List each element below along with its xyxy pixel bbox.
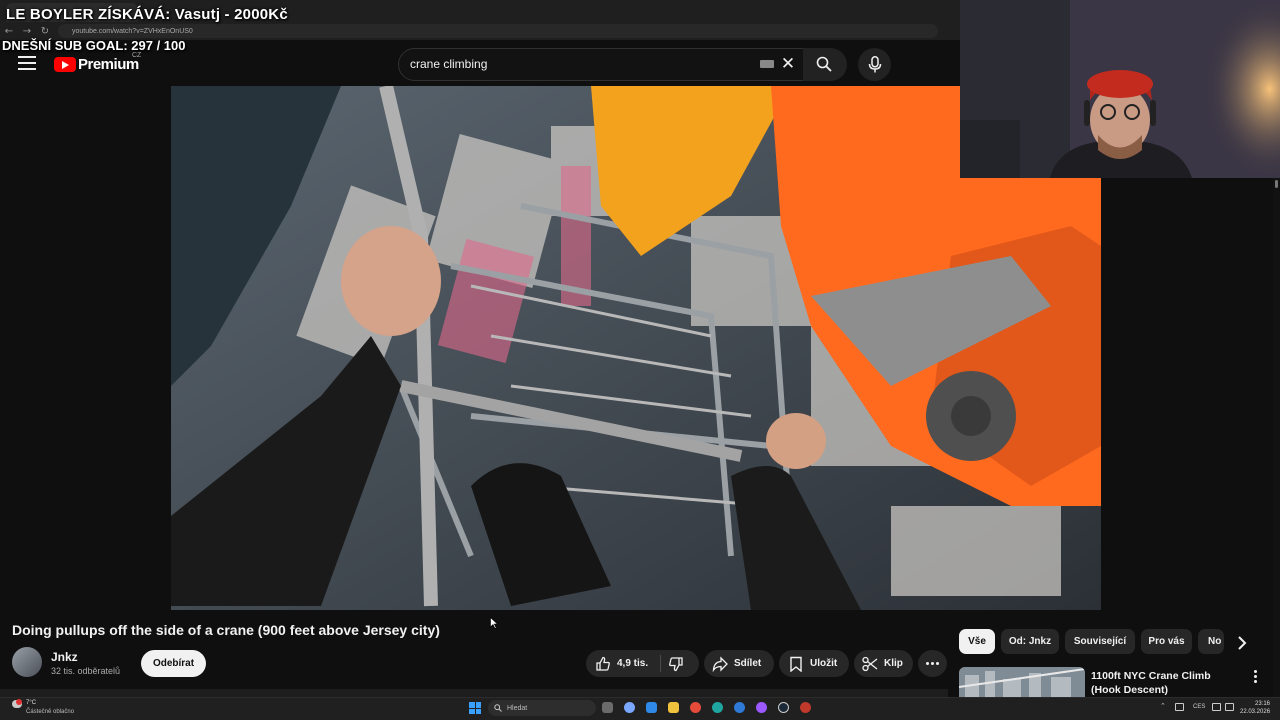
notification-badge <box>16 699 22 705</box>
share-label: Sdílet <box>734 658 762 669</box>
chip-all[interactable]: Vše <box>959 629 995 654</box>
windows-taskbar <box>0 697 1280 720</box>
keyboard-icon[interactable] <box>760 60 774 68</box>
logo-text[interactable]: Premium <box>78 56 139 73</box>
windows-start-icon[interactable] <box>469 702 481 714</box>
taskbar-search-icon <box>494 704 502 712</box>
address-bar[interactable]: youtube.com/watch?v=ZVHxEnOnUS0 <box>58 24 938 38</box>
steam-icon[interactable] <box>778 702 789 713</box>
obs-icon[interactable] <box>800 702 811 713</box>
file-explorer-icon[interactable] <box>668 702 679 713</box>
taskbar-search-placeholder: Hledat <box>507 704 528 712</box>
edge-icon[interactable] <box>712 702 723 713</box>
like-icon <box>596 656 610 671</box>
like-count: 4,9 tis. <box>617 658 649 669</box>
share-button[interactable]: Sdílet <box>704 650 774 677</box>
stream-sub-goal-overlay: DNEŠNÍ SUB GOAL: 297 / 100 <box>2 38 186 53</box>
subscriber-count: 32 tis. odběratelů <box>51 666 121 676</box>
clock-date: 22.03.2026 <box>1240 709 1271 715</box>
clip-label: Klip <box>884 658 903 669</box>
share-icon <box>712 655 728 672</box>
youtube-logo-icon[interactable] <box>54 57 76 72</box>
chip-for-you[interactable]: Pro vás <box>1141 629 1192 654</box>
save-icon <box>790 656 802 672</box>
logo-country: CZ <box>132 52 142 59</box>
clip-icon <box>862 656 878 671</box>
clip-button[interactable]: Klip <box>854 650 913 677</box>
keyboard-language[interactable]: CES <box>1193 704 1205 710</box>
volume-icon[interactable] <box>1225 703 1234 711</box>
chevron-right-icon[interactable] <box>1235 634 1249 652</box>
menu-icon[interactable] <box>18 56 36 72</box>
scrollbar-track[interactable] <box>1273 178 1280 698</box>
search-icon[interactable] <box>816 56 832 72</box>
recommendation-thumbnail[interactable] <box>959 667 1085 697</box>
streamer-webcam <box>960 0 1280 178</box>
chip-truncated[interactable]: No <box>1198 629 1224 654</box>
save-button[interactable]: Uložit <box>779 650 849 677</box>
messenger-icon[interactable] <box>756 702 767 713</box>
taskbar-clock[interactable]: 23:16 22.03.2026 <box>1240 700 1270 716</box>
taskbar-search-input[interactable]: Hledat <box>488 700 596 716</box>
clock-time: 23:16 <box>1254 701 1270 707</box>
browser-icon[interactable] <box>734 702 745 713</box>
clear-icon[interactable]: ✕ <box>779 54 797 74</box>
chip-from-author[interactable]: Od: Jnkz <box>1001 629 1059 654</box>
like-divider <box>660 655 661 672</box>
task-view-icon[interactable] <box>602 702 613 713</box>
search-query[interactable]: crane climbing <box>410 57 487 71</box>
tray-overflow-icon[interactable]: ⌃ <box>1160 702 1166 710</box>
more-icon[interactable] <box>918 650 947 677</box>
subscribe-button[interactable]: Odebírat <box>141 650 206 677</box>
weather-description[interactable]: Částečně oblačno <box>26 709 74 715</box>
recommendation-title[interactable]: 1100ft NYC Crane Climb (Hook Descent) <box>1091 669 1241 697</box>
recommendation-menu-icon[interactable] <box>1252 670 1258 684</box>
network-icon[interactable] <box>1212 703 1221 711</box>
save-label: Uložit <box>810 658 838 669</box>
description-preview-strip <box>0 689 948 697</box>
dislike-icon[interactable] <box>668 656 684 672</box>
mouse-cursor-icon <box>490 617 498 629</box>
video-title: Doing pullups off the side of a crane (9… <box>12 622 440 638</box>
tray-app-icon[interactable] <box>1175 703 1184 711</box>
copilot-icon[interactable] <box>624 702 635 713</box>
chip-related[interactable]: Související <box>1065 629 1135 654</box>
store-icon[interactable] <box>646 702 657 713</box>
scrollbar-thumb[interactable] <box>1275 180 1278 188</box>
channel-name[interactable]: Jnkz <box>51 650 78 664</box>
mic-icon[interactable] <box>868 56 882 73</box>
stream-donation-overlay: LE BOYLER ZÍSKÁVÁ: Vasutj - 2000Kč <box>6 6 288 23</box>
weather-temperature[interactable]: 7°C <box>26 700 36 706</box>
screen: ← → ↻ youtube.com/watch?v=ZVHxEnOnUS0 Pr… <box>0 0 1280 720</box>
chrome-icon[interactable] <box>690 702 701 713</box>
channel-avatar[interactable] <box>12 647 42 677</box>
